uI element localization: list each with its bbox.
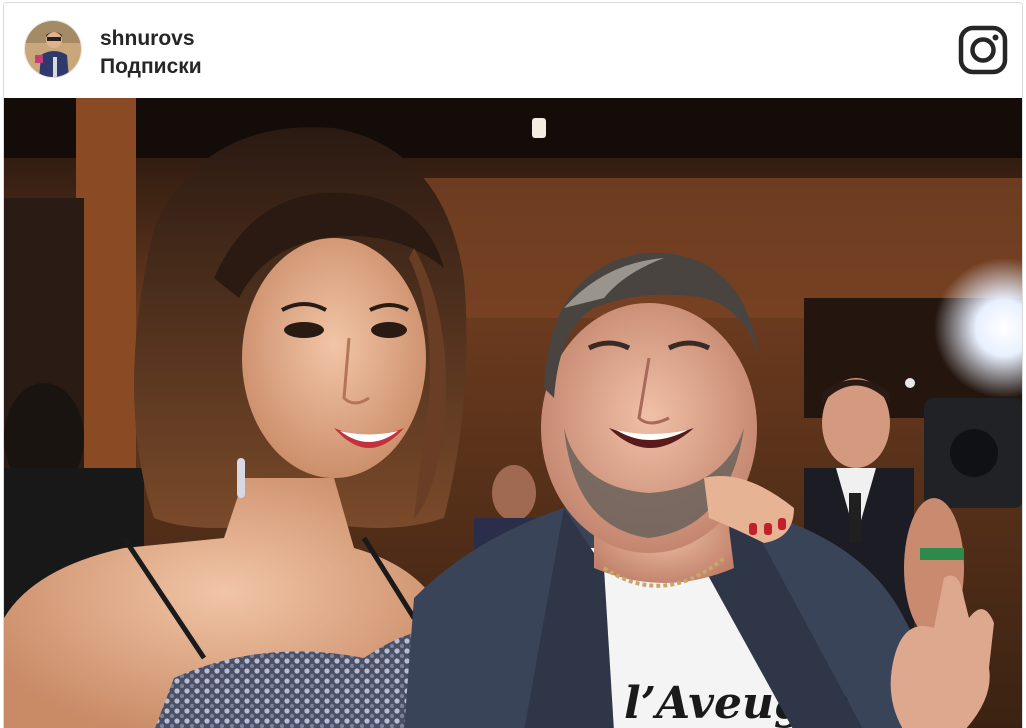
instagram-embed-card: shnurovs Подписки l’Aveugle — [3, 2, 1023, 728]
post-photo[interactable]: l’Aveugle — [4, 98, 1022, 728]
avatar-image — [25, 21, 81, 77]
user-info: shnurovs Подписки — [100, 27, 202, 79]
username-link[interactable]: shnurovs — [100, 27, 202, 51]
profile-avatar[interactable] — [24, 20, 82, 78]
follow-link[interactable]: Подписки — [100, 55, 202, 79]
photo-image: l’Aveugle — [4, 98, 1022, 728]
post-header: shnurovs Подписки — [4, 3, 1022, 98]
instagram-icon[interactable] — [958, 25, 1008, 75]
